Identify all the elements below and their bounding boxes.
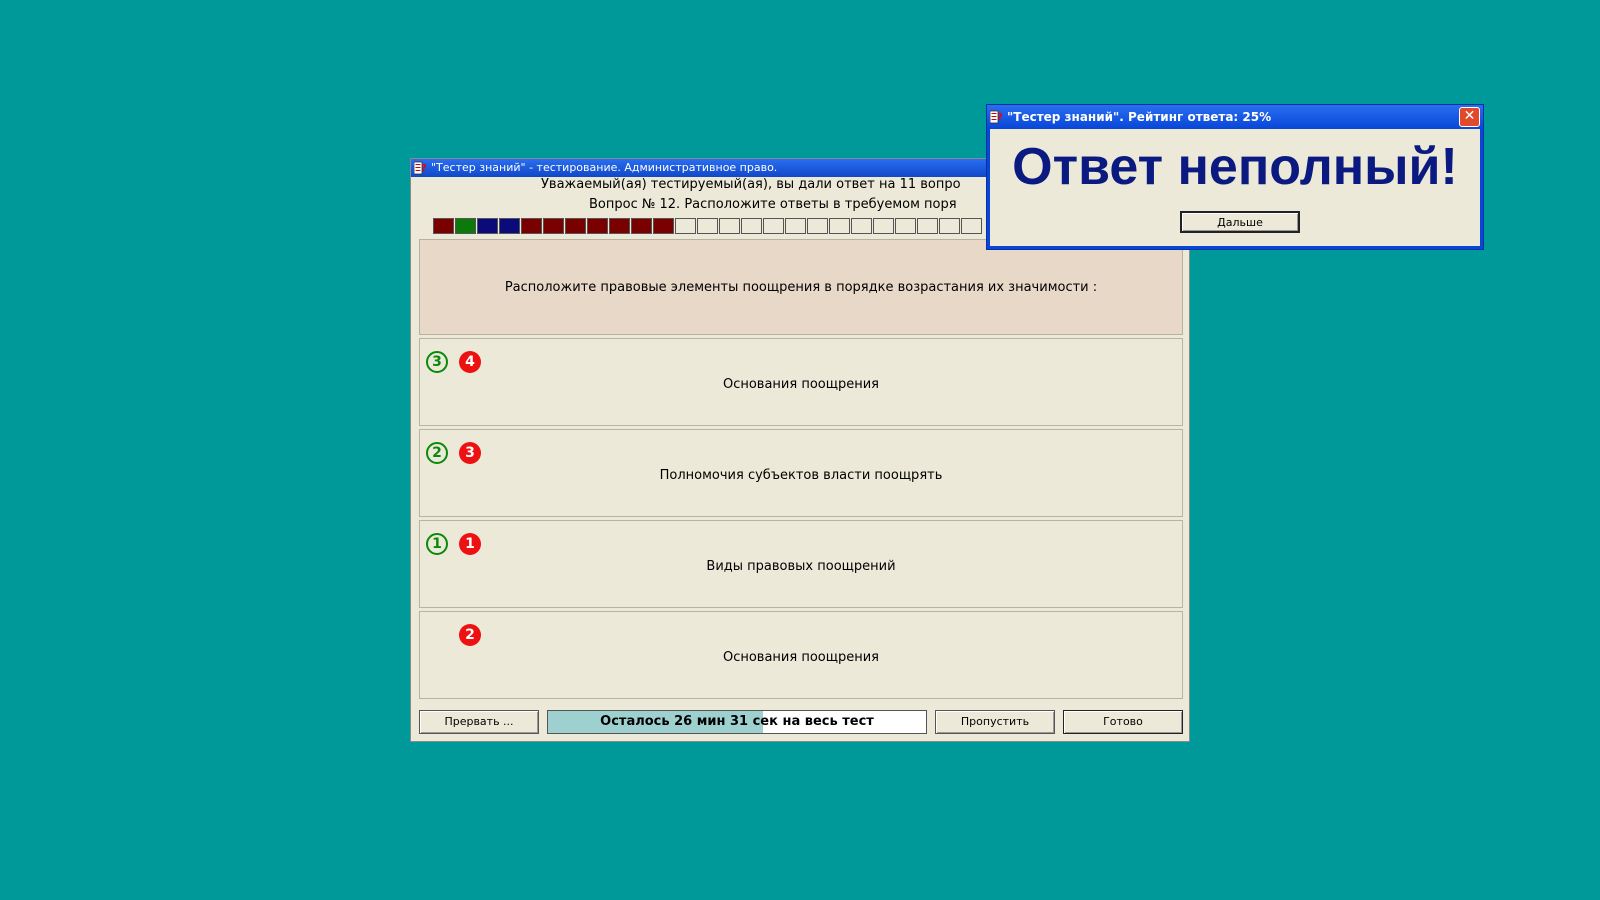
progress-cell — [653, 218, 674, 234]
progress-cell — [609, 218, 630, 234]
done-button[interactable]: Готово — [1063, 710, 1183, 734]
progress-cell — [499, 218, 520, 234]
question-panel: Расположите правовые элементы поощрения … — [419, 239, 1183, 335]
progress-cell — [917, 218, 938, 234]
question-text: Расположите правовые элементы поощрения … — [504, 279, 1098, 295]
progress-cell — [455, 218, 476, 234]
rating-dialog: ? "Тестер знаний". Рейтинг ответа: 25% ✕… — [986, 104, 1484, 250]
progress-cell — [807, 218, 828, 234]
answer-option-2[interactable]: 2 3 Полномочия субъектов власти поощрять — [419, 429, 1183, 517]
question-progress-bar — [433, 218, 983, 236]
correct-order-badge: 3 — [426, 351, 448, 373]
answer-option-1[interactable]: 3 4 Основания поощрения — [419, 338, 1183, 426]
main-window-title: "Тестер знаний" - тестирование. Админист… — [431, 161, 778, 174]
time-remaining-bar: Осталось 26 мин 31 сек на весь тест — [547, 710, 927, 734]
correct-order-badge: 1 — [426, 533, 448, 555]
given-order-badge: 4 — [459, 351, 481, 373]
app-icon: ? — [990, 110, 1003, 124]
answer-option-4[interactable]: 2 Основания поощрения — [419, 611, 1183, 699]
answer-option-3[interactable]: 1 1 Виды правовых поощрений — [419, 520, 1183, 608]
given-order-badge: 3 — [459, 442, 481, 464]
answer-text: Основания поощрения — [722, 650, 880, 665]
dialog-titlebar[interactable]: ? "Тестер знаний". Рейтинг ответа: 25% ✕ — [987, 105, 1483, 129]
progress-cell — [763, 218, 784, 234]
progress-cell — [829, 218, 850, 234]
next-button[interactable]: Дальше — [1180, 211, 1300, 233]
abort-button[interactable]: Прервать ... — [419, 710, 539, 734]
time-remaining-text: Осталось 26 мин 31 сек на весь тест — [600, 714, 874, 729]
progress-cell — [675, 218, 696, 234]
progress-cell — [565, 218, 586, 234]
app-icon: ? — [414, 161, 427, 175]
progress-cell — [961, 218, 982, 234]
progress-cell — [741, 218, 762, 234]
skip-button[interactable]: Пропустить — [935, 710, 1055, 734]
given-order-badge: 2 — [459, 624, 481, 646]
answer-text: Полномочия субъектов власти поощрять — [659, 468, 943, 483]
progress-cell — [785, 218, 806, 234]
progress-cell — [631, 218, 652, 234]
progress-cell — [851, 218, 872, 234]
progress-cell — [873, 218, 894, 234]
progress-cell — [433, 218, 454, 234]
answer-text: Виды правовых поощрений — [706, 559, 896, 574]
progress-cell — [521, 218, 542, 234]
dialog-title: "Тестер знаний". Рейтинг ответа: 25% — [1007, 110, 1272, 124]
progress-cell — [719, 218, 740, 234]
close-icon[interactable]: ✕ — [1459, 107, 1480, 127]
progress-cell — [939, 218, 960, 234]
correct-order-badge: 2 — [426, 442, 448, 464]
progress-cell — [895, 218, 916, 234]
answer-text: Основания поощрения — [722, 377, 880, 392]
given-order-badge: 1 — [459, 533, 481, 555]
result-message: Ответ неполный! — [1012, 138, 1458, 196]
progress-cell — [543, 218, 564, 234]
progress-cell — [477, 218, 498, 234]
progress-cell — [587, 218, 608, 234]
dialog-body: Ответ неполный! Дальше — [990, 129, 1480, 246]
progress-cell — [697, 218, 718, 234]
svg-text:?: ? — [997, 112, 1003, 123]
svg-text:?: ? — [421, 163, 427, 174]
